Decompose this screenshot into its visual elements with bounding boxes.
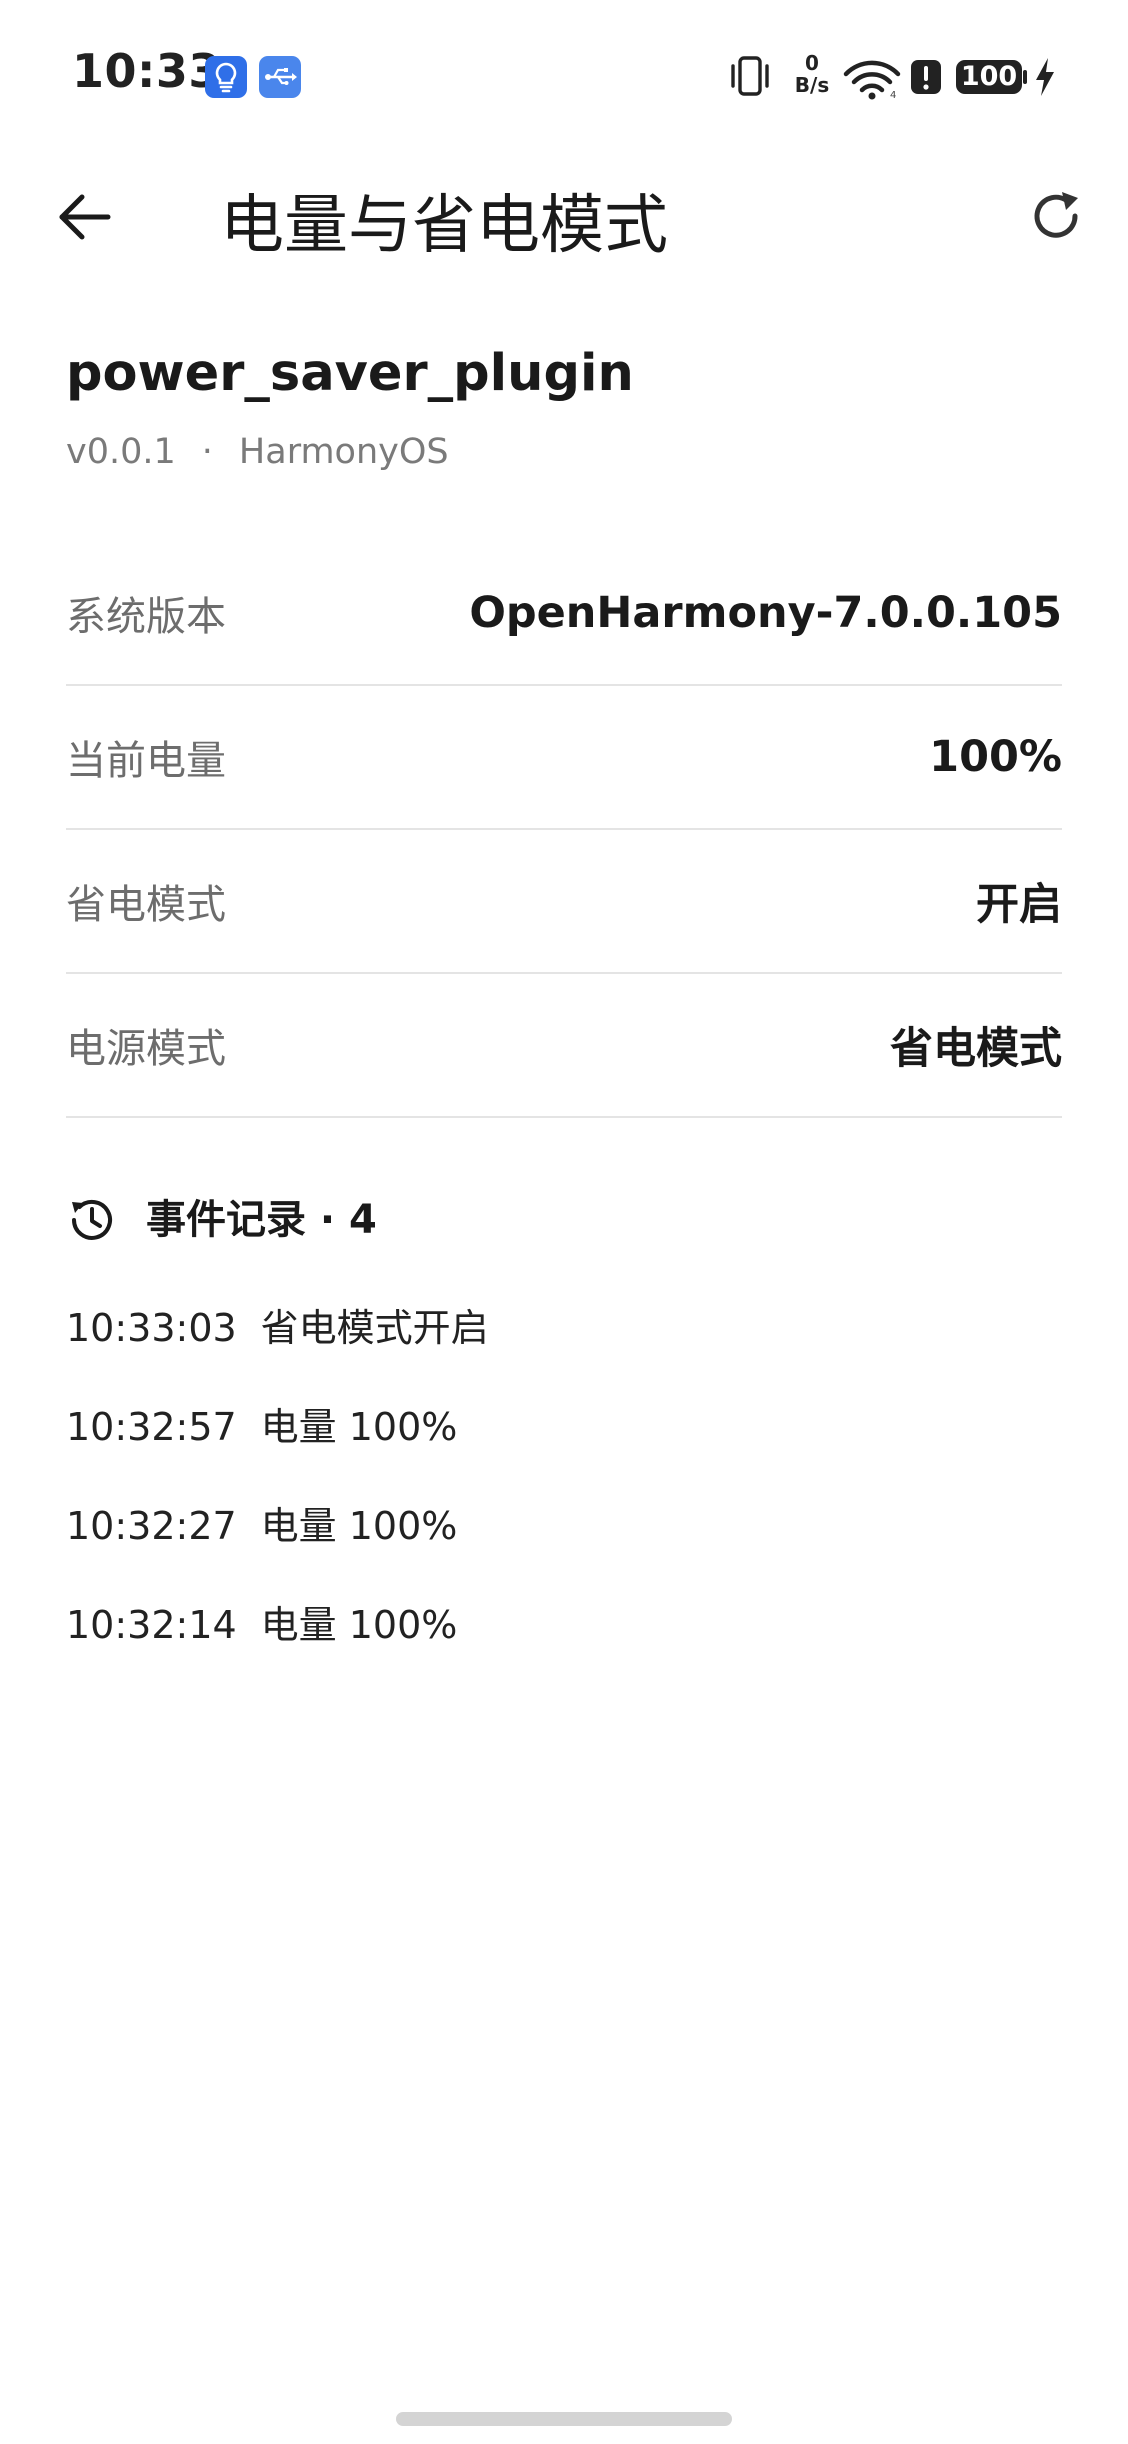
vibrate-icon — [726, 52, 774, 102]
charging-bolt-icon — [1030, 52, 1060, 102]
usb-icon — [259, 56, 301, 98]
event-text: 省电模式开启 — [260, 1306, 489, 1350]
event-time: 10:32:27 — [66, 1504, 237, 1548]
back-arrow-icon[interactable] — [50, 182, 120, 252]
info-label: 电源模式 — [66, 1026, 226, 1072]
events-title: 事件记录 · 4 — [146, 1197, 377, 1243]
meta-separator: · — [201, 432, 213, 472]
info-value: 开启 — [976, 880, 1062, 930]
home-indicator[interactable] — [396, 2412, 732, 2426]
event-item: 10:33:03 省电模式开启 — [66, 1298, 966, 1358]
app-header: 电量与省电模式 — [0, 160, 1128, 270]
event-text: 电量 100% — [260, 1405, 458, 1449]
info-label: 省电模式 — [66, 882, 226, 928]
events-header: 事件记录 · 4 — [66, 1190, 966, 1250]
info-label: 当前电量 — [66, 738, 226, 784]
status-time: 10:33 — [72, 44, 221, 98]
event-item: 10:32:57 电量 100% — [66, 1397, 966, 1457]
event-item: 10:32:14 电量 100% — [66, 1595, 966, 1655]
event-item: 10:32:27 电量 100% — [66, 1496, 966, 1556]
info-row-battery-level: 当前电量 100% — [66, 686, 1062, 830]
alert-icon — [908, 52, 944, 102]
net-speed: 0 B/s — [790, 52, 834, 102]
refresh-icon[interactable] — [1026, 186, 1086, 246]
battery-icon: 100 — [954, 52, 1028, 102]
event-time: 10:32:57 — [66, 1405, 237, 1449]
status-bar: 10:33 0 B/s 4 100 — [0, 0, 1128, 150]
event-time: 10:32:14 — [66, 1603, 237, 1647]
event-text: 电量 100% — [260, 1603, 458, 1647]
info-value: OpenHarmony-7.0.0.105 — [469, 588, 1062, 638]
svg-text:4: 4 — [890, 90, 896, 101]
wifi-icon: 4 — [842, 52, 902, 102]
bulb-icon — [205, 56, 247, 98]
page-title: 电量与省电模式 — [220, 189, 668, 263]
info-value: 100% — [929, 732, 1062, 782]
info-value: 省电模式 — [890, 1024, 1062, 1074]
info-row-power-saver-mode: 省电模式 开启 — [66, 830, 1062, 974]
plugin-version: v0.0.1 — [66, 432, 176, 472]
net-speed-value: 0 — [805, 51, 819, 75]
plugin-meta: v0.0.1 · HarmonyOS — [66, 432, 449, 472]
battery-level: 100 — [960, 61, 1018, 92]
info-row-system-version: 系统版本 OpenHarmony-7.0.0.105 — [66, 542, 1062, 686]
info-label: 系统版本 — [66, 594, 226, 640]
history-icon — [66, 1194, 118, 1246]
info-row-power-mode: 电源模式 省电模式 — [66, 974, 1062, 1118]
plugin-name: power_saver_plugin — [66, 344, 634, 403]
event-time: 10:33:03 — [66, 1306, 237, 1350]
net-speed-unit: B/s — [794, 73, 830, 97]
plugin-platform: HarmonyOS — [238, 432, 449, 472]
event-text: 电量 100% — [260, 1504, 458, 1548]
